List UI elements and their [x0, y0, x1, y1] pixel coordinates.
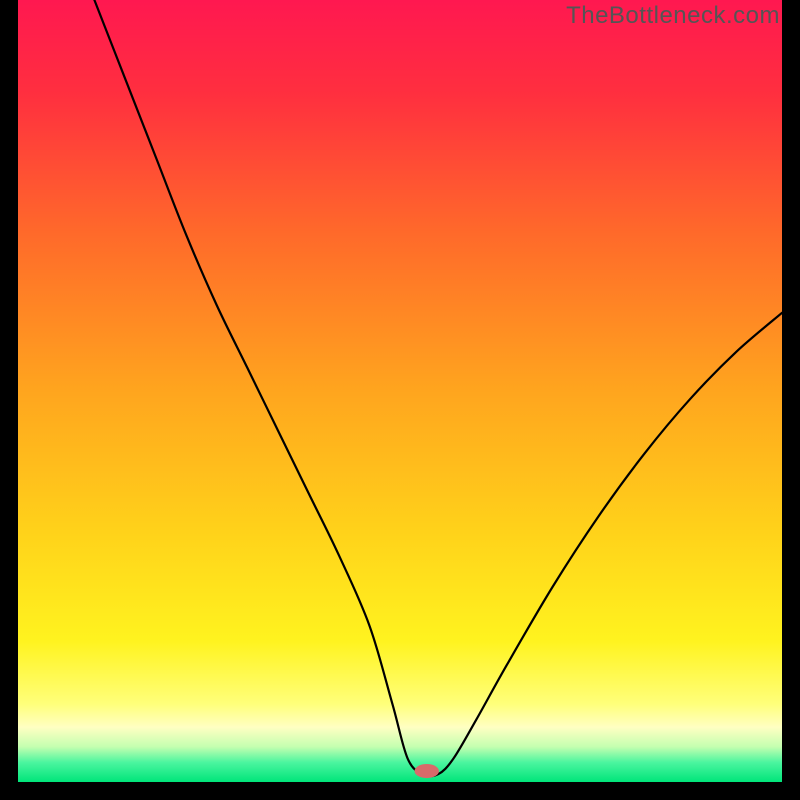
bottleneck-chart — [18, 0, 782, 782]
watermark-text: TheBottleneck.com — [566, 2, 780, 30]
chart-svg — [18, 0, 782, 782]
gradient-background — [18, 0, 782, 782]
optimum-marker — [415, 764, 439, 778]
